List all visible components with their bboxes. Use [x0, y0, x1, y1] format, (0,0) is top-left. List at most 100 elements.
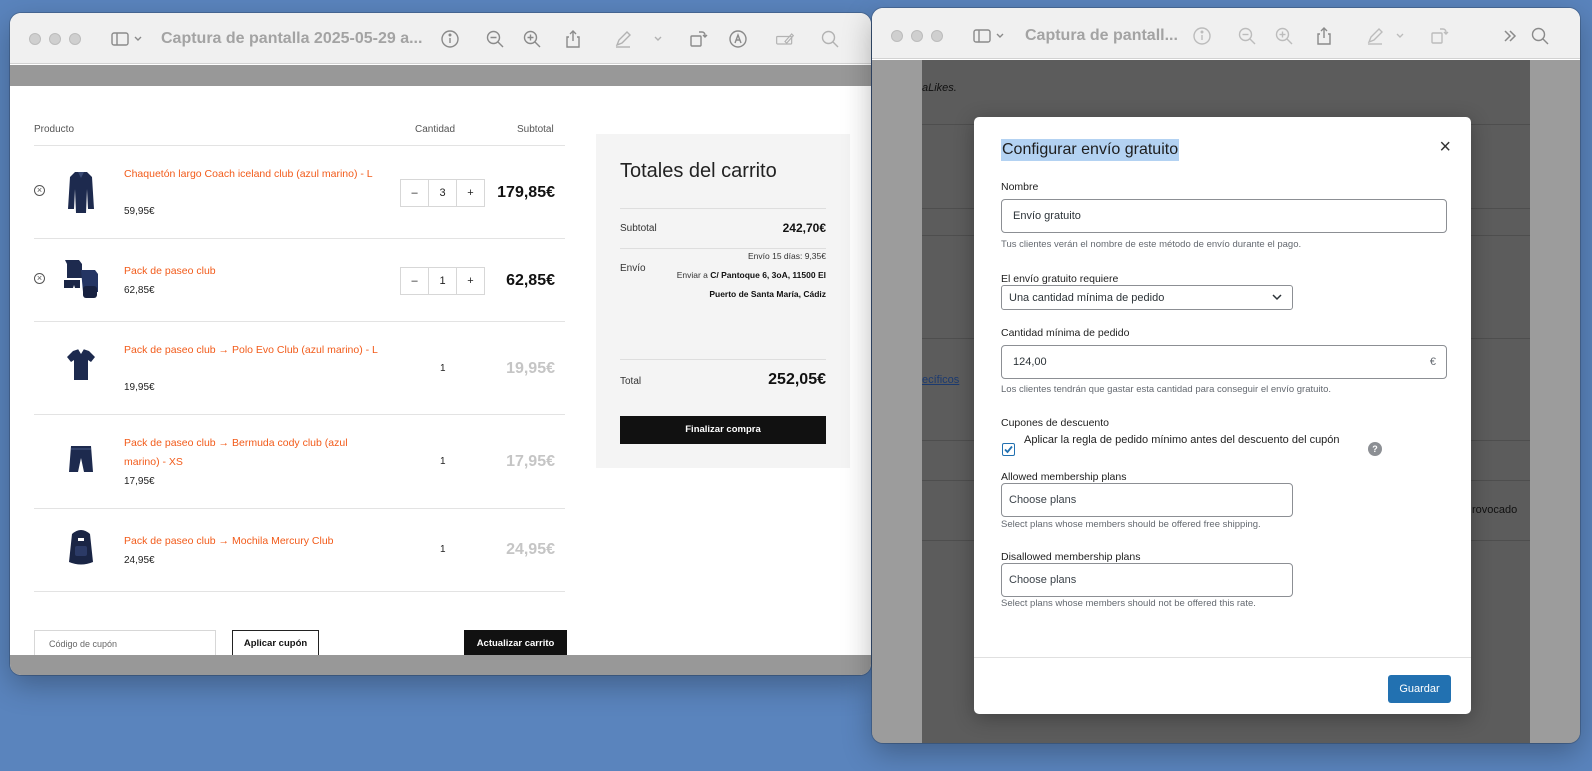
window-titlebar: Captura de pantalla 2025-05-29 a... [10, 13, 871, 64]
min-amount-input[interactable]: 124,00 € [1001, 345, 1447, 379]
decrement-button[interactable]: – [401, 187, 428, 199]
divider [34, 508, 565, 509]
close-window-button[interactable] [29, 33, 41, 45]
info-icon[interactable] [440, 29, 460, 49]
currency-symbol: € [1429, 356, 1436, 368]
quantity-value[interactable]: 3 [428, 180, 457, 206]
chevron-down-icon[interactable] [652, 29, 664, 49]
chevron-down-icon[interactable] [994, 26, 1006, 46]
subtotal-label: Subtotal [620, 223, 657, 234]
minimize-window-button[interactable] [911, 30, 923, 42]
shipping-details: Envío 15 días: 9,35€ Enviar a C/ Pantoqu… [676, 247, 826, 304]
name-label: Nombre [1001, 181, 1039, 193]
cart-totals-panel: Totales del carrito Subtotal 242,70€ Env… [596, 134, 850, 468]
quantity-value: 1 [440, 456, 446, 467]
more-tools-icon[interactable] [1500, 26, 1520, 46]
coupons-checkbox-label[interactable]: Aplicar la regla de pedido mínimo antes … [1024, 434, 1340, 446]
share-icon[interactable] [563, 29, 583, 49]
close-window-button[interactable] [891, 30, 903, 42]
share-icon[interactable] [1314, 26, 1334, 46]
remove-item-icon[interactable]: × [34, 185, 45, 196]
zoom-in-icon[interactable] [1274, 26, 1294, 46]
shipping-label: Envío [620, 263, 646, 274]
rotate-icon[interactable] [1429, 26, 1449, 46]
total-label: Total [620, 376, 642, 387]
cart-totals-title: Totales del carrito [620, 160, 777, 182]
zoom-in-icon[interactable] [522, 29, 542, 49]
increment-button[interactable]: + [457, 275, 484, 287]
divider [34, 145, 565, 146]
disallowed-plans-input[interactable]: Choose plans [1001, 563, 1293, 597]
chevron-down-icon[interactable] [132, 29, 144, 49]
divider [34, 591, 565, 592]
allowed-plans-label: Allowed membership plans [1001, 471, 1127, 483]
top-gray-band [10, 65, 871, 86]
disallowed-plans-help: Select plans whose members should not be… [1001, 598, 1256, 609]
increment-button[interactable]: + [457, 187, 484, 199]
quantity-stepper: – 3 + [400, 179, 485, 207]
product-link[interactable]: Pack de paseo club → Mochila Mercury Clu… [124, 532, 379, 551]
right-margin [1530, 60, 1580, 743]
rotate-icon[interactable] [688, 29, 708, 49]
divider [34, 238, 565, 239]
product-link[interactable]: Pack de paseo club → Bermuda cody club (… [124, 434, 379, 472]
background-text: rovocado [1472, 504, 1518, 516]
form-fill-icon[interactable] [773, 29, 797, 49]
product-price: 17,95€ [124, 476, 155, 487]
requires-select[interactable]: Una cantidad mínima de pedido [1001, 285, 1293, 310]
background-text: aLikes. [922, 82, 957, 94]
save-button[interactable]: Guardar [1388, 675, 1451, 703]
close-icon[interactable]: × [1439, 137, 1451, 157]
zoom-out-icon[interactable] [1237, 26, 1257, 46]
zoom-out-icon[interactable] [485, 29, 505, 49]
shipping-method: Envío 15 días: 9,35€ [748, 251, 826, 261]
info-icon[interactable] [1192, 26, 1212, 46]
divider [974, 657, 1471, 658]
remove-item-icon[interactable]: × [34, 273, 45, 284]
chevron-down-icon[interactable] [1394, 26, 1406, 46]
allowed-plans-help: Select plans whose members should be off… [1001, 519, 1261, 530]
background-link: ecíficos [922, 374, 960, 386]
product-thumbnail-coat[interactable] [61, 168, 101, 214]
divider [34, 321, 565, 322]
item-subtotal: 19,95€ [506, 360, 555, 377]
product-thumbnail-backpack[interactable] [61, 524, 101, 570]
decrement-button[interactable]: – [401, 275, 428, 287]
checkout-button[interactable]: Finalizar compra [620, 416, 826, 444]
zoom-window-button[interactable] [931, 30, 943, 42]
allowed-plans-input[interactable]: Choose plans [1001, 483, 1293, 517]
product-link[interactable]: Chaquetón largo Coach iceland club (azul… [124, 165, 379, 184]
free-shipping-modal: Configurar envío gratuito × Nombre Envío… [974, 117, 1471, 714]
product-thumbnail-polo[interactable] [61, 343, 101, 389]
product-link[interactable]: Pack de paseo club [124, 262, 379, 281]
window-title: Captura de pantall... [1025, 27, 1178, 44]
product-link[interactable]: Pack de paseo club → Polo Evo Club (azul… [124, 341, 379, 360]
search-icon[interactable] [820, 29, 840, 49]
cart-page: Producto Cantidad Subtotal × Chaquetón l… [10, 86, 871, 658]
coupon-code-input[interactable]: Código de cupón [34, 630, 216, 658]
coupons-label: Cupones de descuento [1001, 417, 1109, 429]
minimize-window-button[interactable] [49, 33, 61, 45]
highlight-pen-icon[interactable] [1365, 26, 1385, 46]
search-icon[interactable] [1530, 26, 1550, 46]
chevron-down-icon [1272, 294, 1282, 301]
update-cart-button[interactable]: Actualizar carrito [464, 630, 567, 658]
sidebar-icon[interactable] [110, 29, 130, 49]
product-thumbnail-shorts[interactable] [61, 436, 101, 482]
coupons-checkbox[interactable] [1002, 443, 1015, 456]
window-title: Captura de pantalla 2025-05-29 a... [161, 30, 423, 47]
product-thumbnail-pack[interactable] [61, 256, 101, 302]
quantity-stepper: – 1 + [400, 267, 485, 295]
column-header-subtotal: Subtotal [517, 124, 554, 135]
highlight-pen-icon[interactable] [613, 29, 633, 49]
help-icon[interactable]: ? [1368, 442, 1382, 456]
checkmark-icon [1004, 445, 1013, 454]
sidebar-icon[interactable] [972, 26, 992, 46]
quantity-value[interactable]: 1 [428, 268, 457, 294]
left-margin [872, 60, 922, 743]
ship-to-address: C/ Pantoque 6, 3oA, 11500 El Puerto de S… [709, 270, 826, 299]
zoom-window-button[interactable] [69, 33, 81, 45]
markup-icon[interactable] [728, 29, 748, 49]
name-input[interactable]: Envío gratuito [1001, 199, 1447, 233]
apply-coupon-button[interactable]: Aplicar cupón [232, 630, 319, 658]
